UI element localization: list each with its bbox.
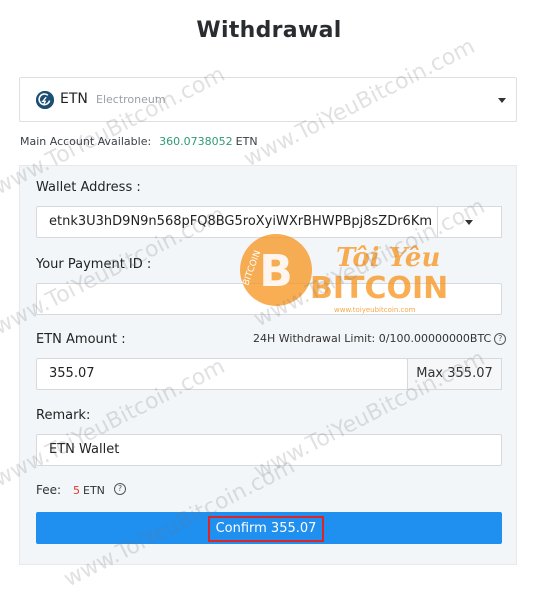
coin-name: Electroneum	[96, 93, 166, 106]
fee-value: 5 ETN	[73, 484, 105, 497]
confirm-button[interactable]: Confirm 355.07	[36, 512, 502, 544]
payment-id-label: Your Payment ID :	[36, 257, 152, 272]
withdrawal-limit: 24H Withdrawal Limit: 0/100.00000000BTC?	[253, 332, 507, 345]
watermark-logo: B BITCOIN Tôi Yêu BITCOIN www.toiyeubitc…	[236, 228, 502, 318]
chevron-down-icon[interactable]	[498, 98, 506, 103]
coin-code: ETN	[60, 91, 88, 107]
electroneum-icon	[36, 91, 54, 109]
confirm-button-label: Confirm 355.07	[208, 516, 324, 542]
fee-unit: ETN	[83, 484, 105, 497]
withdrawal-limit-text: 24H Withdrawal Limit: 0/100.00000000BTC	[253, 332, 492, 345]
logo-line1: Tôi Yêu	[336, 243, 440, 273]
bitcoin-logo-icon: B BITCOIN Tôi Yêu BITCOIN www.toiyeubitc…	[240, 234, 448, 314]
max-amount-button[interactable]: Max 355.07	[407, 358, 502, 390]
remark-label: Remark:	[36, 408, 91, 423]
coin-select[interactable]: ETN Electroneum	[19, 77, 517, 122]
fee-amount: 5	[73, 484, 80, 497]
wallet-address-label: Wallet Address :	[36, 180, 141, 195]
account-available: Main Account Available: 360.0738052 ETN	[20, 135, 258, 148]
etn-amount-label: ETN Amount :	[36, 332, 126, 347]
remark-input[interactable]: ETN Wallet	[36, 434, 502, 466]
page-title: Withdrawal	[196, 18, 342, 43]
available-unit: ETN	[235, 135, 258, 148]
logo-url: www.toiyeubitcoin.com	[334, 306, 416, 314]
svg-text:B: B	[259, 246, 293, 297]
available-amount: 360.0738052	[159, 135, 233, 148]
logo-line2: BITCOIN	[310, 271, 448, 306]
fee-label: Fee:	[36, 483, 62, 497]
fee-help-icon[interactable]: ?	[114, 483, 126, 495]
chevron-down-icon	[465, 220, 473, 225]
etn-amount-input[interactable]: 355.07	[36, 358, 408, 390]
available-label: Main Account Available:	[20, 135, 152, 148]
help-icon[interactable]: ?	[494, 333, 507, 345]
